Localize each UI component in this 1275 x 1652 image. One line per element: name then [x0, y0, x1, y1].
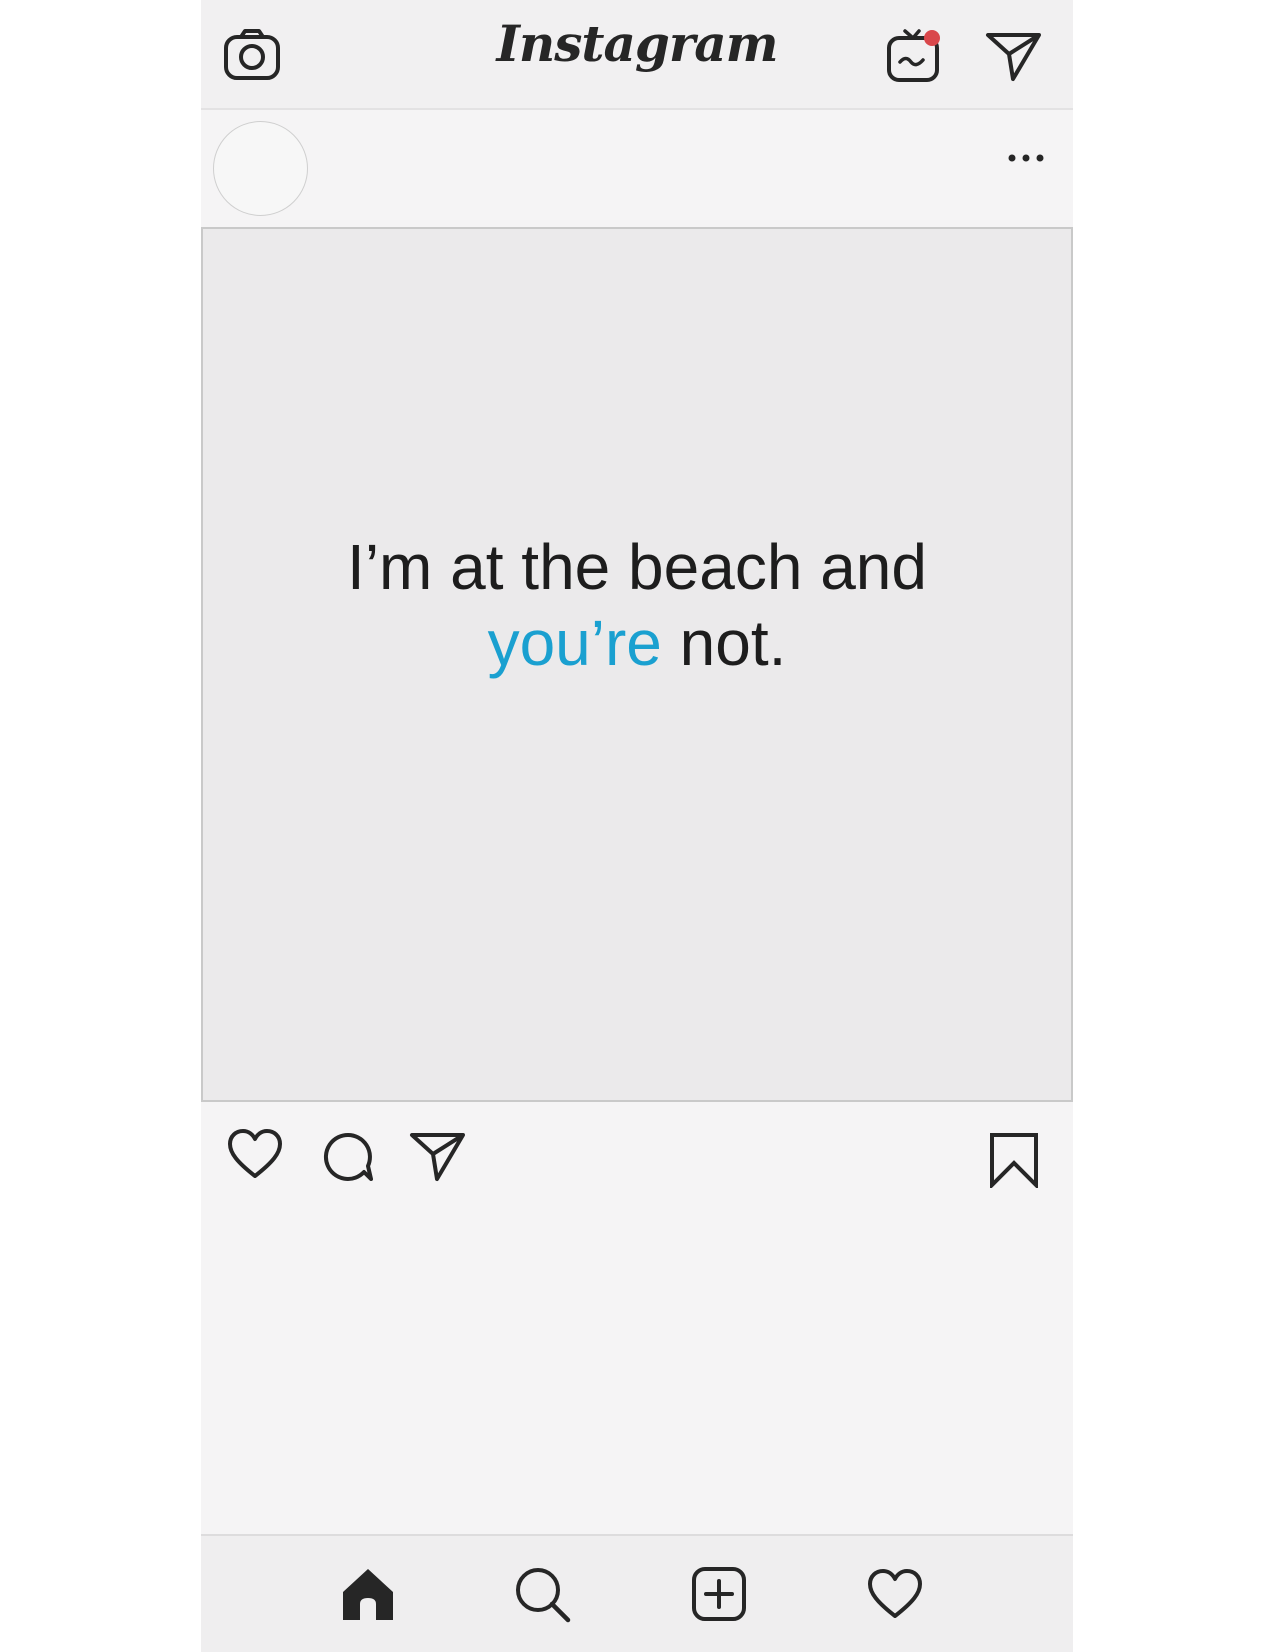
igtv-icon[interactable] [885, 22, 945, 84]
activity-icon[interactable] [867, 1568, 923, 1620]
top-bar: Instagram [201, 0, 1073, 110]
bottom-navigation [201, 1534, 1073, 1652]
bookmark-icon[interactable] [989, 1132, 1039, 1188]
more-options-icon[interactable] [1006, 152, 1046, 164]
caption-line-1: I’m at the beach and [347, 531, 927, 603]
home-icon[interactable] [340, 1566, 396, 1622]
search-icon[interactable] [514, 1566, 572, 1624]
comment-icon[interactable] [319, 1128, 375, 1184]
post-caption: I’m at the beach and you’re not. [203, 529, 1071, 681]
notification-dot [924, 30, 940, 46]
share-icon[interactable] [409, 1130, 467, 1184]
post-actions [201, 1104, 1073, 1534]
caption-line-2: you’re not. [203, 605, 1071, 681]
direct-message-icon[interactable] [985, 30, 1043, 84]
caption-highlight: you’re [487, 607, 662, 679]
like-icon[interactable] [227, 1128, 283, 1180]
phone-screen: Instagram I’m at the beach and you’re no… [201, 0, 1073, 1652]
post-image[interactable]: I’m at the beach and you’re not. [201, 227, 1073, 1102]
new-post-icon[interactable] [691, 1566, 747, 1622]
caption-rest: not. [661, 607, 787, 679]
avatar[interactable] [213, 121, 308, 216]
post-header [201, 110, 1073, 226]
